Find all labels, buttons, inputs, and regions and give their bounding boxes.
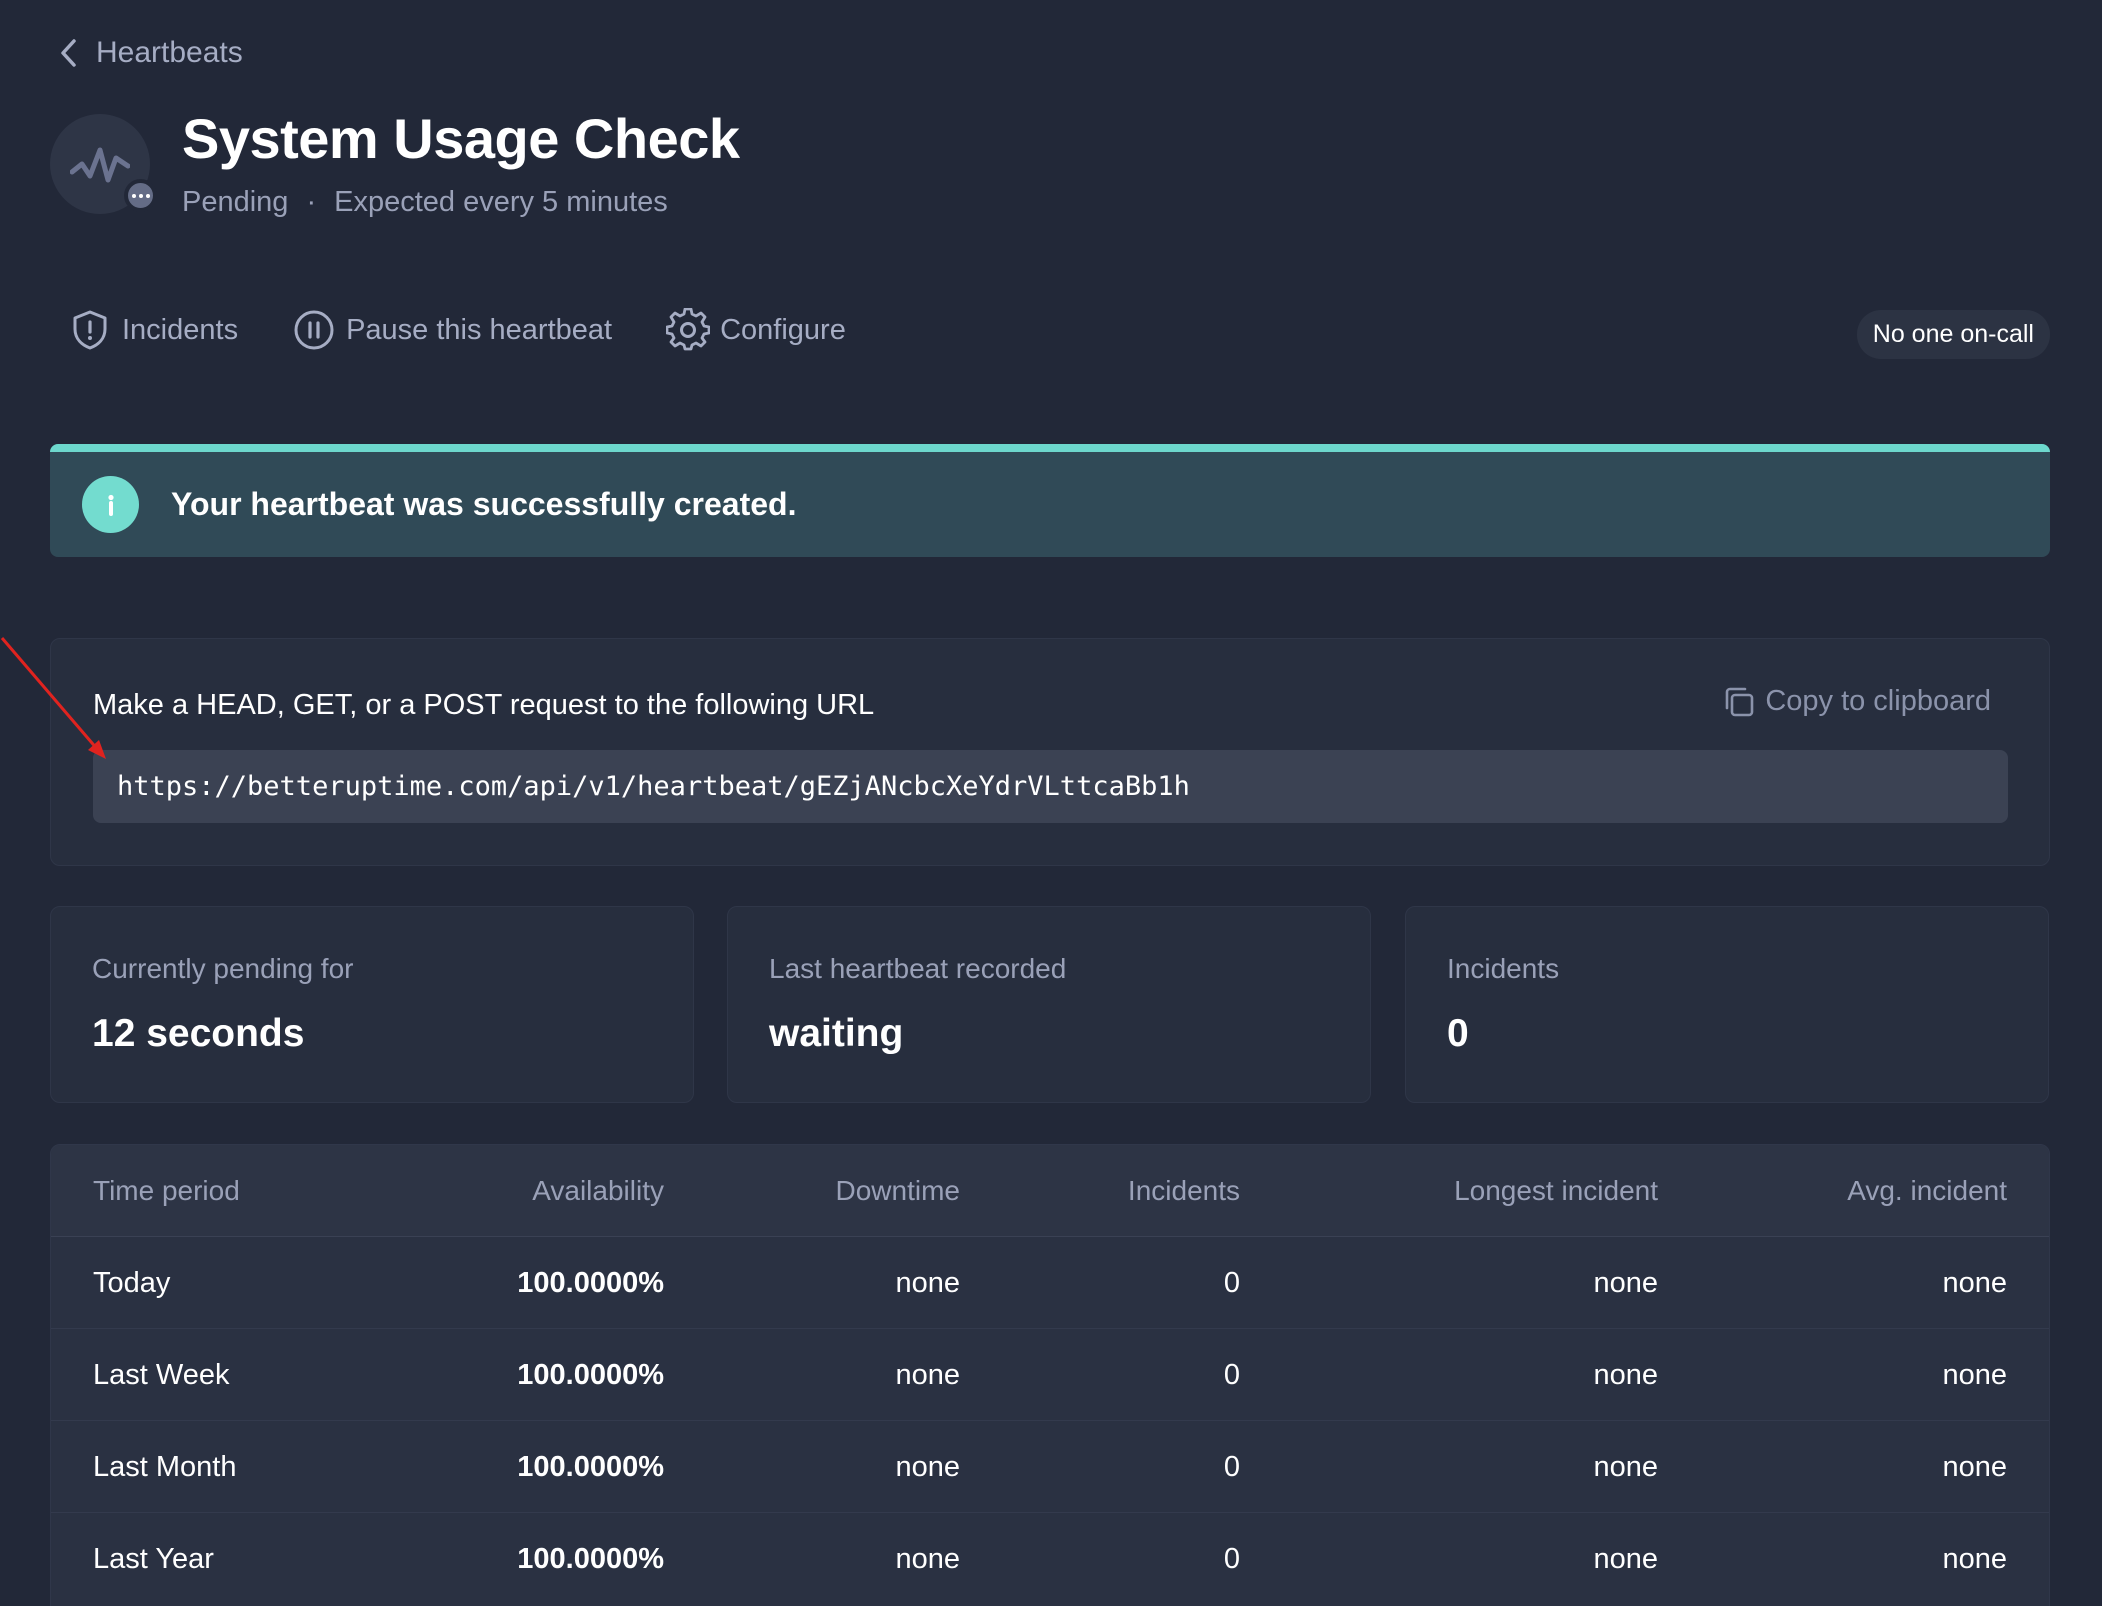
configure-button[interactable]: Configure [666, 308, 846, 352]
stat-value: waiting [769, 1012, 904, 1055]
oncall-badge[interactable]: No one on-call [1856, 310, 2050, 359]
heartbeat-url-card: Make a HEAD, GET, or a POST request to t… [50, 638, 2050, 866]
table-cell: none [1942, 1451, 2007, 1483]
column-header: Longest incident [1454, 1175, 1658, 1206]
table-cell: none [895, 1359, 960, 1391]
status-line: Pending · Expected every 5 minutes [182, 186, 668, 219]
table-cell: 100.0000% [517, 1267, 664, 1299]
pause-heartbeat-button[interactable]: Pause this heartbeat [292, 308, 612, 352]
stat-card-incidents: Incidents 0 [1405, 906, 2049, 1103]
heartbeat-avatar [50, 114, 157, 214]
frequency-text: Expected every 5 minutes [334, 186, 668, 218]
page-title: System Usage Check [182, 107, 740, 170]
incidents-label: Incidents [122, 313, 239, 346]
table-cell: 100.0000% [517, 1359, 664, 1391]
table-header-row: Time period Availability Downtime Incide… [51, 1145, 2049, 1237]
gear-icon [666, 308, 711, 351]
stat-label: Currently pending for [92, 953, 354, 984]
banner-message: Your heartbeat was successfully created. [171, 486, 797, 522]
info-icon [82, 476, 139, 533]
table-cell: Last Week [93, 1359, 230, 1391]
heartbeat-pulse-icon [70, 147, 130, 183]
table-row: Today 100.0000% none 0 none none [51, 1237, 2049, 1329]
heartbeat-page: Heartbeats System Usage Check Pending · … [0, 0, 2102, 1606]
stat-value: 12 seconds [92, 1012, 305, 1055]
availability-table: Time period Availability Downtime Incide… [50, 1144, 2050, 1606]
table-row: Last Week 100.0000% none 0 none none [51, 1329, 2049, 1421]
url-instruction: Make a HEAD, GET, or a POST request to t… [93, 689, 875, 721]
configure-label: Configure [720, 313, 846, 346]
table-cell: none [1942, 1267, 2007, 1299]
breadcrumb[interactable]: Heartbeats [56, 36, 243, 70]
stat-label: Last heartbeat recorded [769, 953, 1067, 984]
table-cell: 0 [1223, 1267, 1240, 1299]
column-header: Time period [93, 1175, 240, 1206]
stat-card-pending: Currently pending for 12 seconds [50, 906, 694, 1103]
stat-card-last-heartbeat: Last heartbeat recorded waiting [727, 906, 1371, 1103]
stat-value: 0 [1447, 1012, 1469, 1055]
pause-circle-icon [294, 310, 334, 350]
success-banner: Your heartbeat was successfully created. [50, 444, 2050, 557]
incidents-button[interactable]: Incidents [68, 308, 238, 352]
table-cell: Today [93, 1267, 171, 1299]
table-cell: none [895, 1451, 960, 1483]
table-row: Last Month 100.0000% none 0 none none [51, 1421, 2049, 1513]
copy-to-clipboard-button[interactable]: Copy to clipboard [1723, 685, 1991, 718]
column-header: Downtime [835, 1175, 960, 1206]
separator-dot: · [306, 186, 317, 218]
action-toolbar: Incidents Pause this heartbeat Configure [68, 308, 846, 352]
table-cell: none [1942, 1543, 2007, 1575]
column-header: Avg. incident [1847, 1175, 2007, 1206]
table-cell: none [1593, 1359, 1658, 1391]
heartbeat-url-field[interactable]: https://betteruptime.com/api/v1/heartbea… [93, 750, 2008, 823]
table-cell: none [895, 1267, 960, 1299]
column-header: Availability [532, 1175, 664, 1206]
breadcrumb-label: Heartbeats [96, 36, 243, 69]
table-cell: none [1593, 1543, 1658, 1575]
table-cell: 100.0000% [517, 1543, 664, 1575]
table-cell: 0 [1223, 1451, 1240, 1483]
table-cell: none [895, 1543, 960, 1575]
table-cell: none [1593, 1451, 1658, 1483]
table-cell: none [1942, 1359, 2007, 1391]
column-header: Incidents [1127, 1175, 1240, 1206]
table-cell: 100.0000% [517, 1451, 664, 1483]
table-cell: none [1593, 1267, 1658, 1299]
stat-label: Incidents [1447, 953, 1560, 984]
table-cell: 0 [1223, 1359, 1240, 1391]
table-cell: Last Year [93, 1543, 214, 1575]
status-text: Pending [182, 186, 289, 218]
table-cell: 0 [1223, 1543, 1240, 1575]
copy-icon [1726, 687, 1754, 716]
table-row: Last Year 100.0000% none 0 none none [51, 1513, 2049, 1605]
shield-alert-icon [73, 310, 107, 350]
copy-label: Copy to clipboard [1765, 685, 1991, 717]
table-cell: Last Month [93, 1451, 237, 1483]
chevron-left-icon [61, 39, 76, 67]
more-dots-icon[interactable] [124, 179, 157, 212]
annotation-arrow [0, 637, 106, 759]
pause-label: Pause this heartbeat [346, 313, 613, 346]
